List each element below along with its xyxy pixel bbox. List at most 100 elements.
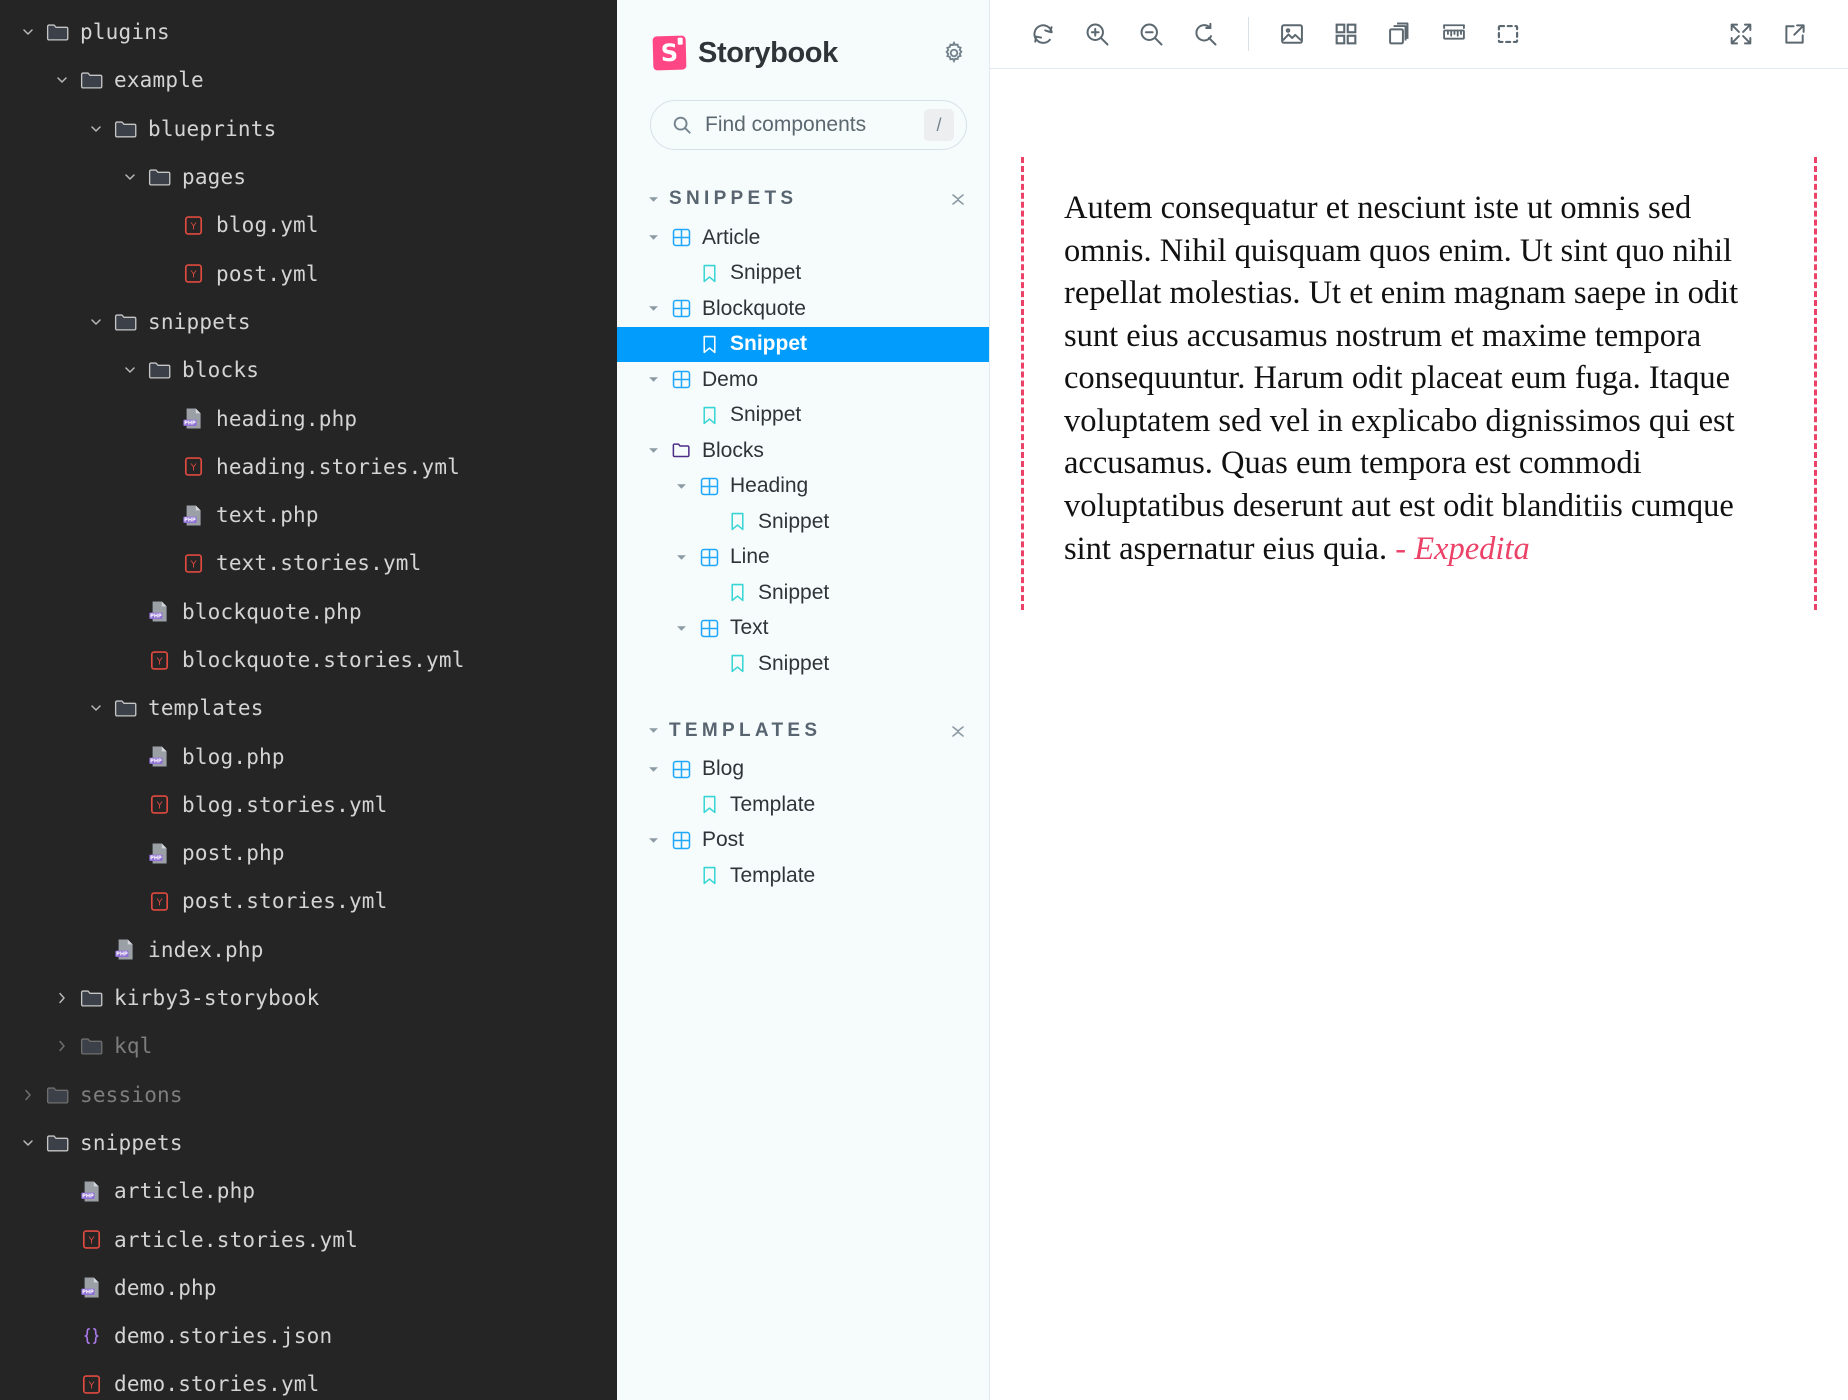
open-new-tab-icon[interactable] [1768,7,1822,61]
sidebar-component-item[interactable]: Demo [617,362,989,398]
explorer-row[interactable]: PHPindex.php [0,926,617,974]
explorer-row[interactable]: PHParticle.php [0,1167,617,1215]
chevron-down-icon[interactable] [116,169,144,185]
chevron-right-icon[interactable] [48,990,76,1006]
explorer-row[interactable]: blueprints [0,105,617,153]
chevron-down-icon[interactable] [676,481,696,492]
explorer-row[interactable]: sessions [0,1071,617,1119]
sidebar-component-item[interactable]: Text [617,611,989,647]
collapse-all-icon[interactable] [949,188,967,210]
sidebar-component-item[interactable]: Blog [617,752,989,788]
measure-icon[interactable] [1427,7,1481,61]
explorer-row[interactable]: blocks [0,346,617,394]
sidebar-component-item[interactable]: Post [617,823,989,859]
explorer-row[interactable]: PHPtext.php [0,491,617,539]
sidebar-item-label: Snippet [730,403,801,427]
chevron-down-icon[interactable] [648,445,668,456]
sidebar-component-item[interactable]: Article [617,220,989,256]
sidebar-component-item[interactable]: Heading [617,469,989,505]
sidebar-story-item[interactable]: Snippet [617,646,989,682]
explorer-row[interactable]: Yheading.stories.yml [0,443,617,491]
chevron-down-icon[interactable] [82,700,110,716]
yml-file-icon: Y [76,1374,106,1395]
explorer-row[interactable]: PHPpost.php [0,829,617,877]
preview-toolbar[interactable] [990,0,1848,69]
explorer-row[interactable]: templates [0,684,617,732]
grid-icon[interactable] [1319,7,1373,61]
explorer-row[interactable]: Yblog.stories.yml [0,781,617,829]
explorer-row[interactable]: kirby3-storybook [0,974,617,1022]
sidebar-story-item[interactable]: Snippet [617,398,989,434]
outline-icon[interactable] [1481,7,1535,61]
sidebar-tree[interactable]: SNIPPETSArticleSnippetBlockquoteSnippetD… [617,178,989,894]
sidebar-section-header[interactable]: SNIPPETS [617,178,989,220]
chevron-down-icon[interactable] [116,362,144,378]
explorer-row[interactable]: pages [0,153,617,201]
zoom-out-icon[interactable] [1124,7,1178,61]
sidebar-section-header[interactable]: TEMPLATES [617,710,989,752]
sidebar-component-item[interactable]: Blockquote [617,291,989,327]
explorer-row[interactable]: Ypost.yml [0,249,617,297]
explorer-row-label: blockquote.stories.yml [182,648,465,672]
chevron-down-icon[interactable] [676,623,696,634]
chevron-down-icon[interactable] [82,314,110,330]
blockquote-citation: - Expedita [1395,531,1529,567]
chevron-down-icon[interactable] [14,24,42,40]
folder-file-icon [110,312,140,332]
chevron-down-icon[interactable] [48,72,76,88]
explorer-row[interactable]: Ydemo.stories.yml [0,1360,617,1400]
viewport-icon[interactable] [1373,7,1427,61]
explorer-row[interactable]: PHPdemo.php [0,1264,617,1312]
explorer-row[interactable]: Yarticle.stories.yml [0,1215,617,1263]
zoom-reset-icon[interactable] [1178,7,1232,61]
component-icon [668,370,694,389]
explorer-row[interactable]: PHPblockquote.php [0,588,617,636]
remount-icon[interactable] [1016,7,1070,61]
sidebar-story-item[interactable]: Snippet [617,575,989,611]
sidebar-story-item[interactable]: Template [617,858,989,894]
chevron-down-icon[interactable] [648,764,668,775]
chevron-down-icon[interactable] [648,232,668,243]
backgrounds-icon[interactable] [1265,7,1319,61]
sidebar-group-item[interactable]: Blocks [617,433,989,469]
explorer-row[interactable]: kql [0,1022,617,1070]
gear-icon[interactable] [941,40,967,66]
chevron-down-icon[interactable] [648,194,659,205]
storybook-logo-letter: S [661,41,679,65]
explorer-row[interactable]: plugins [0,8,617,56]
chevron-down-icon[interactable] [676,552,696,563]
chevron-down-icon[interactable] [648,835,668,846]
chevron-right-icon[interactable] [48,1038,76,1054]
explorer-row[interactable]: snippets [0,1119,617,1167]
explorer-row[interactable]: Ypost.stories.yml [0,877,617,925]
sidebar-component-item[interactable]: Line [617,540,989,576]
blockquote-text: Autem consequatur et nesciunt iste ut om… [1064,187,1754,570]
zoom-in-icon[interactable] [1070,7,1124,61]
sidebar-story-item[interactable]: Snippet [617,504,989,540]
chevron-down-icon[interactable] [648,725,659,736]
chevron-down-icon[interactable] [82,121,110,137]
sidebar-item-label: Article [702,226,760,250]
explorer-row[interactable]: Ytext.stories.yml [0,539,617,587]
explorer-row[interactable]: demo.stories.json [0,1312,617,1360]
explorer-row[interactable]: Yblockquote.stories.yml [0,636,617,684]
sidebar-story-item[interactable]: Snippet [617,256,989,292]
explorer-row[interactable]: Yblog.yml [0,201,617,249]
chevron-down-icon[interactable] [648,374,668,385]
search-input[interactable]: Find components / [650,100,967,150]
explorer-row[interactable]: snippets [0,298,617,346]
chevron-right-icon[interactable] [14,1087,42,1103]
explorer-row[interactable]: PHPheading.php [0,394,617,442]
chevron-down-icon[interactable] [648,303,668,314]
yml-file-icon: Y [178,263,208,284]
chevron-down-icon[interactable] [14,1135,42,1151]
fullscreen-icon[interactable] [1714,7,1768,61]
collapse-all-icon[interactable] [949,720,967,742]
sidebar-story-item[interactable]: Template [617,787,989,823]
explorer-row[interactable]: PHPblog.php [0,732,617,780]
sidebar-story-item[interactable]: Snippet [617,327,989,363]
sidebar-item-label: Snippet [758,510,829,534]
file-explorer[interactable]: pluginsexampleblueprintspagesYblog.ymlYp… [0,0,617,1400]
explorer-row[interactable]: example [0,56,617,104]
explorer-row-label: plugins [80,20,170,44]
